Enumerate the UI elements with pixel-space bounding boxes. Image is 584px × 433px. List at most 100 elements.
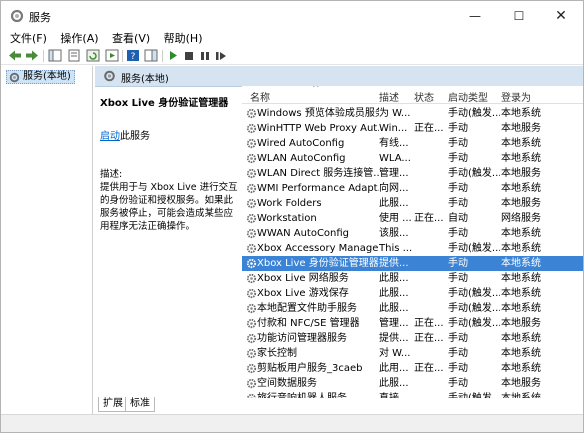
service-row[interactable]: Work Folders 此服... 手动 本地服务 — [242, 196, 583, 211]
maximize-button[interactable]: ☐ — [497, 1, 541, 31]
menu-view[interactable]: 查看(V) — [112, 31, 150, 47]
cell-log-on-as: 本地系统 — [501, 183, 541, 194]
cell-description: 此用... — [379, 363, 409, 374]
column-header-description[interactable]: 描述 — [379, 89, 399, 104]
service-gear-icon — [246, 108, 257, 119]
cell-description: 提供... — [379, 258, 409, 269]
cell-startup-type: 手动(触发... — [448, 108, 500, 119]
close-button[interactable]: ✕ — [539, 1, 583, 31]
service-rows: Windows 预览体验成员服务为 W... 手动(触发... 本地系统 WinHTT… — [242, 106, 583, 398]
cell-status: 正在... — [414, 213, 444, 224]
cell-name: Work Folders — [257, 198, 322, 209]
service-row[interactable]: Workstation 使用 ... 正在... 自动 网络服务 — [242, 211, 583, 226]
refresh-icon[interactable] — [86, 49, 100, 62]
cell-name: 空间数据服务 — [257, 378, 317, 389]
toolbar-separator — [122, 50, 123, 62]
service-row[interactable]: 功能访问管理器服务 提供... 正在... 手动 本地系统 — [242, 331, 583, 346]
service-row[interactable]: 剪贴板用户服务_3caeb 此用... 正在... 手动 本地系统 — [242, 361, 583, 376]
cell-startup-type: 手动(触发... — [448, 243, 500, 254]
column-header-log-on-as[interactable]: 登录为 — [501, 89, 531, 104]
forward-arrow-icon[interactable] — [25, 49, 39, 62]
service-row[interactable]: WWAN AutoConfig 该服... 手动 本地系统 — [242, 226, 583, 241]
stop-service-icon[interactable] — [182, 49, 196, 62]
service-row[interactable]: Xbox Live 网络服务 此服... 手动 本地系统 — [242, 271, 583, 286]
cell-startup-type: 手动 — [448, 348, 468, 359]
column-header-startup-type[interactable]: 启动类型 — [448, 89, 488, 104]
services-node-icon — [9, 72, 20, 82]
service-row[interactable]: WLAN Direct 服务连接管... 管理... 手动(触发... 本地服务 — [242, 166, 583, 181]
properties-sheet-icon[interactable] — [67, 49, 81, 62]
service-row[interactable]: 空间数据服务 此服... 手动 本地服务 — [242, 376, 583, 391]
service-row[interactable]: 本地配置文件助手服务 此服... 手动(触发... 本地系统 — [242, 301, 583, 316]
cell-log-on-as: 本地系统 — [501, 333, 541, 344]
service-row[interactable]: 付款和 NFC/SE 管理器 管理... 正在... 手动(触发... 本地服务 — [242, 316, 583, 331]
cell-description: 此服... — [379, 303, 409, 314]
service-row[interactable]: Xbox Live 身份验证管理器 提供... 手动 本地系统 — [242, 256, 583, 271]
services-list: ^ 名称 描述 状态 启动类型 登录为 Windows 预览体验成员服务为 W.… — [242, 86, 583, 398]
cell-log-on-as: 本地系统 — [501, 243, 541, 254]
cell-startup-type: 手动 — [448, 228, 468, 239]
minimize-button[interactable]: — — [453, 1, 497, 31]
service-gear-icon — [246, 318, 257, 329]
service-gear-icon — [246, 198, 257, 209]
service-row[interactable]: WMI Performance Adapt... 向网... 手动 本地系统 — [242, 181, 583, 196]
cell-description: This ... — [379, 243, 413, 254]
back-arrow-icon[interactable] — [8, 49, 22, 62]
description-label: 描述: — [100, 169, 123, 180]
restart-service-icon[interactable] — [214, 49, 228, 62]
menu-action[interactable]: 操作(A) — [60, 31, 98, 47]
start-service-link[interactable]: 启动 — [100, 131, 120, 142]
tab-standard[interactable]: 标准 — [125, 397, 155, 412]
pause-service-icon[interactable] — [198, 49, 212, 62]
cell-name: 剪贴板用户服务_3caeb — [257, 363, 363, 374]
cell-name: Windows 预览体验成员服务 — [257, 108, 379, 119]
cell-log-on-as: 本地系统 — [501, 303, 541, 314]
column-header-name[interactable]: 名称 — [250, 89, 270, 104]
console-tree-icon[interactable] — [48, 49, 62, 62]
service-gear-icon — [246, 333, 257, 344]
cell-name: 本地配置文件助手服务 — [257, 303, 357, 314]
service-row[interactable]: Xbox Live 游戏保存 此服... 手动(触发... 本地系统 — [242, 286, 583, 301]
show-hide-pane-icon[interactable] — [144, 49, 158, 62]
cell-startup-type: 手动 — [448, 378, 468, 389]
help-icon[interactable]: ? — [126, 49, 140, 62]
cell-log-on-as: 本地系统 — [501, 348, 541, 359]
cell-log-on-as: 本地服务 — [501, 378, 541, 389]
column-header-status[interactable]: 状态 — [414, 89, 434, 104]
service-row[interactable]: Windows 预览体验成员服务为 W... 手动(触发... 本地系统 — [242, 106, 583, 121]
cell-log-on-as: 本地服务 — [501, 318, 541, 329]
menu-help[interactable]: 帮助(H) — [164, 31, 203, 47]
service-row[interactable]: WLAN AutoConfig WLA... 手动 本地系统 — [242, 151, 583, 166]
service-row[interactable]: Wired AutoConfig 有线... 手动 本地系统 — [242, 136, 583, 151]
cell-name: WLAN AutoConfig — [257, 153, 346, 164]
details-pane: 服务(本地) Xbox Live 身份验证管理器 启动此服务 描述: 提供用于与… — [95, 66, 583, 414]
cell-startup-type: 自动 — [448, 213, 468, 224]
cell-description: 管理... — [379, 168, 409, 179]
service-gear-icon — [246, 243, 257, 254]
service-gear-icon — [246, 168, 257, 179]
console-tree-pane: 服务(本地) — [2, 66, 93, 414]
service-row[interactable]: 家长控制 对 W... 手动 本地系统 — [242, 346, 583, 361]
cell-description: Win... — [379, 123, 408, 134]
cell-startup-type: 手动(触发... — [448, 168, 500, 179]
cell-startup-type: 手动 — [448, 273, 468, 284]
start-service-icon[interactable] — [166, 49, 180, 62]
cell-log-on-as: 本地系统 — [501, 138, 541, 149]
description-panel: Xbox Live 身份验证管理器 启动此服务 描述: 提供用于与 Xbox L… — [95, 88, 241, 396]
service-row[interactable]: WinHTTP Web Proxy Aut... Win... 正在... 手动 本地服… — [242, 121, 583, 136]
tree-item-services-local[interactable]: 服务(本地) — [6, 70, 75, 84]
status-bar — [1, 414, 583, 432]
menu-file[interactable]: 文件(F) — [10, 31, 47, 47]
svg-text:?: ? — [131, 52, 136, 62]
export-list-icon[interactable] — [105, 49, 119, 62]
cell-log-on-as: 本地系统 — [501, 108, 541, 119]
service-gear-icon — [246, 378, 257, 389]
cell-startup-type: 手动(触发... — [448, 318, 500, 329]
tree-item-label: 服务(本地) — [23, 71, 71, 82]
cell-log-on-as: 本地服务 — [501, 168, 541, 179]
cell-name: 付款和 NFC/SE 管理器 — [257, 318, 360, 329]
service-gear-icon — [246, 138, 257, 149]
tab-extended[interactable]: 扩展 — [98, 397, 128, 412]
service-row[interactable]: Xbox Accessory Manage... This ... 手动(触发...… — [242, 241, 583, 256]
services-window: 服务 — ☐ ✕ 文件(F) 操作(A) 查看(V) 帮助(H) ? 服务(本地… — [0, 0, 584, 433]
